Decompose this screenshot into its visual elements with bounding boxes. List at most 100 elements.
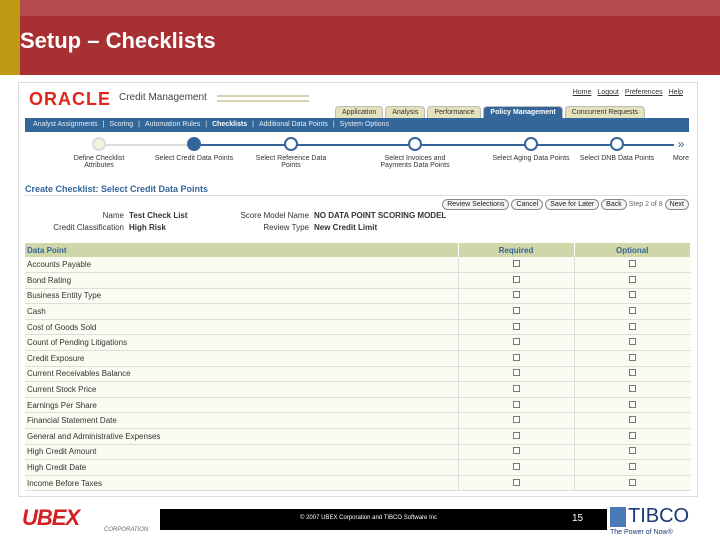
optional-checkbox[interactable] bbox=[629, 463, 636, 471]
optional-checkbox[interactable] bbox=[629, 338, 636, 346]
optional-checkbox[interactable] bbox=[629, 260, 636, 268]
tab-performance[interactable]: Performance bbox=[427, 106, 482, 118]
table-row: Cost of Goods Sold bbox=[25, 319, 691, 336]
required-checkbox[interactable] bbox=[512, 478, 520, 486]
required-checkbox[interactable] bbox=[512, 369, 520, 377]
col-optional: Optional bbox=[574, 243, 691, 257]
required-checkbox[interactable] bbox=[512, 338, 520, 346]
name-value: Test Check List bbox=[129, 211, 188, 220]
subnav-scoring[interactable]: Scoring bbox=[109, 121, 133, 129]
data-point-name: Credit Exposure bbox=[25, 350, 458, 367]
step-credit-data-points[interactable]: Select Credit Data Points bbox=[154, 137, 234, 162]
score-model-label: Score Model Name bbox=[240, 211, 309, 220]
optional-checkbox[interactable] bbox=[629, 400, 636, 408]
subnav-checklists[interactable]: Checklists bbox=[212, 121, 247, 129]
optional-checkbox[interactable] bbox=[629, 447, 636, 455]
tibco-logo: TIBCO The Power of Now® bbox=[610, 505, 690, 536]
data-point-name: Income Before Taxes bbox=[25, 475, 458, 492]
slide-title: Setup – Checklists bbox=[20, 28, 216, 53]
tab-policy-management[interactable]: Policy Management bbox=[483, 106, 563, 118]
required-checkbox[interactable] bbox=[512, 447, 520, 455]
data-point-name: General and Administrative Expenses bbox=[25, 428, 458, 445]
required-checkbox[interactable] bbox=[512, 416, 520, 424]
tab-application[interactable]: Application bbox=[335, 106, 384, 118]
help-link[interactable]: Help bbox=[669, 89, 683, 96]
review-type-value: New Credit Limit bbox=[314, 223, 378, 232]
optional-checkbox[interactable] bbox=[629, 369, 636, 377]
table-row: Financial Statement Date bbox=[25, 412, 691, 430]
subnav-analyst-assignments[interactable]: Analyst Assignments bbox=[33, 121, 98, 129]
required-checkbox[interactable] bbox=[512, 291, 520, 299]
cancel-button[interactable]: Cancel bbox=[511, 199, 544, 210]
review-type-label: Review Type bbox=[263, 223, 309, 232]
data-point-name: Count of Pending Litigations bbox=[25, 334, 458, 352]
required-checkbox[interactable] bbox=[512, 275, 520, 283]
credit-classification-label: Credit Classification bbox=[53, 223, 124, 232]
optional-checkbox[interactable] bbox=[629, 385, 636, 393]
next-button[interactable]: Next bbox=[664, 199, 689, 210]
table-row: Accounts Payable bbox=[25, 257, 691, 274]
credit-classification-value: High Risk bbox=[129, 223, 166, 232]
col-required: Required bbox=[458, 243, 575, 257]
required-checkbox[interactable] bbox=[512, 400, 520, 408]
required-checkbox[interactable] bbox=[512, 322, 520, 330]
step-define-attributes[interactable]: Define Checklist Attributes bbox=[59, 137, 139, 169]
checklist-info: Name Test Check List Score Model Name NO DA… bbox=[39, 211, 446, 235]
table-row: Business Entity Type bbox=[25, 288, 691, 305]
optional-checkbox[interactable] bbox=[629, 478, 636, 486]
optional-checkbox[interactable] bbox=[629, 307, 636, 315]
subnav-additional-data-points[interactable]: Additional Data Points bbox=[259, 121, 328, 129]
action-buttons: Review Selections Cancel Save for Later … bbox=[442, 199, 689, 210]
app-name: Credit Management bbox=[119, 92, 207, 103]
subnav-automation-rules[interactable]: Automation Rules bbox=[145, 121, 200, 129]
optional-checkbox[interactable] bbox=[629, 353, 636, 361]
optional-checkbox[interactable] bbox=[629, 322, 636, 330]
page-number: 15 bbox=[572, 513, 584, 524]
more-steps-link[interactable]: » More bbox=[661, 137, 697, 162]
optional-checkbox[interactable] bbox=[629, 416, 636, 424]
table-row: General and Administrative Expenses bbox=[25, 428, 691, 445]
step-indicator: Step 2 of 8 bbox=[628, 201, 663, 208]
data-point-name: Current Receivables Balance bbox=[25, 366, 458, 383]
review-selections-button[interactable]: Review Selections bbox=[442, 199, 510, 210]
gold-stripe bbox=[0, 0, 20, 75]
table-row: High Credit Date bbox=[25, 459, 691, 476]
required-checkbox[interactable] bbox=[512, 353, 520, 361]
data-point-name: Accounts Payable bbox=[25, 257, 458, 274]
step-invoices-payments[interactable]: Select Invoices and Payments Data Points bbox=[375, 137, 455, 169]
table-row: Current Stock Price bbox=[25, 381, 691, 398]
data-point-name: High Credit Date bbox=[25, 459, 458, 476]
preferences-link[interactable]: Preferences bbox=[625, 89, 663, 96]
logout-link[interactable]: Logout bbox=[597, 89, 618, 96]
decor-stripes bbox=[217, 95, 309, 102]
step-train: Define Checklist Attributes Select Credi… bbox=[39, 135, 689, 175]
table-row: Cash bbox=[25, 303, 691, 320]
required-checkbox[interactable] bbox=[512, 260, 520, 268]
subnav-system-options[interactable]: System Options bbox=[340, 121, 389, 129]
required-checkbox[interactable] bbox=[512, 385, 520, 393]
back-button[interactable]: Back bbox=[601, 199, 627, 210]
col-data-point: Data Point bbox=[25, 243, 459, 257]
optional-checkbox[interactable] bbox=[629, 275, 636, 283]
optional-checkbox[interactable] bbox=[629, 291, 636, 299]
page-title: Create Checklist: Select Credit Data Poi… bbox=[25, 184, 209, 194]
step-dnb-data-points[interactable]: Select DNB Data Points bbox=[577, 137, 657, 162]
ubex-logo-sub: CORPORATION bbox=[104, 527, 149, 533]
tab-analysis[interactable]: Analysis bbox=[385, 106, 426, 118]
required-checkbox[interactable] bbox=[512, 431, 520, 439]
data-point-name: Cost of Goods Sold bbox=[25, 319, 458, 336]
optional-checkbox[interactable] bbox=[629, 431, 636, 439]
step-aging-data-points[interactable]: Select Aging Data Points bbox=[491, 137, 571, 162]
save-for-later-button[interactable]: Save for Later bbox=[545, 199, 600, 210]
required-checkbox[interactable] bbox=[512, 307, 520, 315]
home-link[interactable]: Home bbox=[573, 89, 592, 96]
data-point-name: Business Entity Type bbox=[25, 288, 458, 305]
app-screenshot: ORACLE Credit Management Home Logout Pre… bbox=[18, 82, 698, 497]
table-row: Bond Rating bbox=[25, 272, 691, 289]
table-row: Count of Pending Litigations bbox=[25, 334, 691, 352]
step-reference-data-points[interactable]: Select Reference Data Points bbox=[251, 137, 331, 169]
table-row: Income Before Taxes bbox=[25, 475, 691, 492]
data-point-name: Cash bbox=[25, 303, 458, 320]
tab-concurrent-requests[interactable]: Concurrent Requests bbox=[564, 106, 645, 118]
required-checkbox[interactable] bbox=[512, 463, 520, 471]
